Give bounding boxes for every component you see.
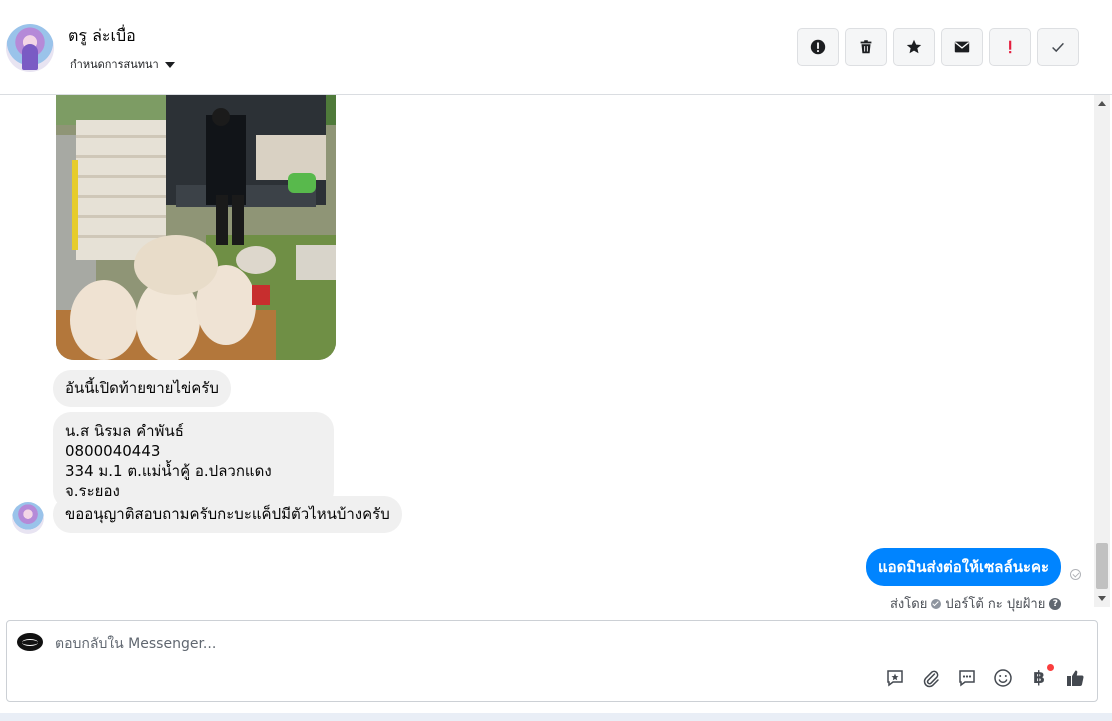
message-text: อันนี้เปิดท้ายขายไข่ครับ (65, 379, 219, 397)
window-bottom-strip (0, 713, 1112, 721)
scroll-thumb[interactable] (1096, 543, 1108, 589)
seen-status-icon (1070, 569, 1081, 580)
contact-name[interactable]: ตรู ล่ะเบื่อ (68, 24, 136, 49)
conversation-label-text: กำหนดการสนทนา (70, 58, 159, 71)
trash-icon (860, 40, 872, 54)
spam-report-button[interactable] (797, 28, 839, 66)
reply-input[interactable] (55, 633, 855, 655)
mark-done-button[interactable] (1037, 28, 1079, 66)
payment-button[interactable]: ฿ (1028, 664, 1054, 689)
paperclip-icon (923, 670, 939, 688)
sent-by-prefix: ส่งโดย (890, 597, 928, 612)
delete-button[interactable] (845, 28, 887, 66)
composer-tools: ฿ (884, 664, 1086, 689)
star-icon (906, 39, 922, 54)
star-button[interactable] (893, 28, 935, 66)
thumbs-up-icon (1067, 670, 1084, 686)
incoming-message-bubble[interactable]: อันนี้เปิดท้ายขายไข่ครับ (53, 370, 231, 407)
page-logo-icon (17, 633, 43, 651)
sent-by-info: ส่งโดย ปอร์โต้ กะ ปุยฝ้าย ? (890, 593, 1062, 614)
like-button[interactable] (1064, 667, 1086, 689)
conversation-header: ตรู ล่ะเบื่อ กำหนดการสนทนา (0, 0, 1112, 95)
emoji-icon (994, 669, 1012, 687)
emoji-button[interactable] (992, 667, 1014, 689)
quick-reply-button[interactable] (956, 667, 978, 689)
saved-reply-icon (887, 670, 903, 687)
caret-down-icon (164, 61, 175, 68)
saved-reply-button[interactable] (884, 667, 906, 689)
shared-photo[interactable] (56, 95, 336, 360)
message-text-line: 0800040443 (65, 442, 161, 460)
reply-composer: ฿ (6, 620, 1098, 702)
message-scrollbar[interactable] (1094, 95, 1110, 607)
message-text: ขออนุญาติสอบถามครับกะบะแค็ปมีตัวไหนบ้างค… (65, 505, 390, 523)
sent-by-name: ปอร์โต้ กะ ปุยฝ้าย (945, 597, 1046, 612)
notification-dot (1047, 664, 1054, 671)
incoming-message-bubble[interactable]: น.ส นิรมล คำพันธ์ 0800040443 334 ม.1 ต.แ… (53, 412, 334, 509)
baht-icon: ฿ (1033, 668, 1045, 688)
conversation-label-dropdown[interactable]: กำหนดการสนทนา (70, 55, 175, 73)
sender-avatar[interactable] (12, 502, 44, 534)
message-text-line: น.ส นิรมล คำพันธ์ (65, 422, 184, 440)
mark-unread-button[interactable] (941, 28, 983, 66)
red-exclamation-icon (1009, 40, 1012, 54)
incoming-message-bubble[interactable]: ขออนุญาติสอบถามครับกะบะแค็ปมีตัวไหนบ้างค… (53, 496, 402, 533)
priority-button[interactable] (989, 28, 1031, 66)
check-icon (1052, 42, 1064, 53)
help-icon[interactable]: ? (1049, 597, 1062, 610)
speech-bubble-icon (959, 670, 975, 687)
scroll-up-arrow-icon[interactable] (1098, 101, 1106, 106)
attach-button[interactable] (920, 667, 942, 689)
verified-check-icon (931, 598, 942, 609)
header-actions (797, 28, 1079, 66)
contact-avatar[interactable] (6, 24, 54, 72)
outgoing-message-bubble[interactable]: แอดมินส่งต่อให้เซลล์นะคะ (866, 548, 1062, 586)
message-text: แอดมินส่งต่อให้เซลล์นะคะ (878, 558, 1050, 576)
scroll-down-arrow-icon[interactable] (1098, 596, 1106, 601)
envelope-icon (954, 41, 970, 53)
message-text-line: 334 ม.1 ต.แม่น้ำคู้ อ.ปลวกแดง จ.ระยอง (65, 462, 272, 500)
exclamation-circle-icon (810, 39, 826, 55)
